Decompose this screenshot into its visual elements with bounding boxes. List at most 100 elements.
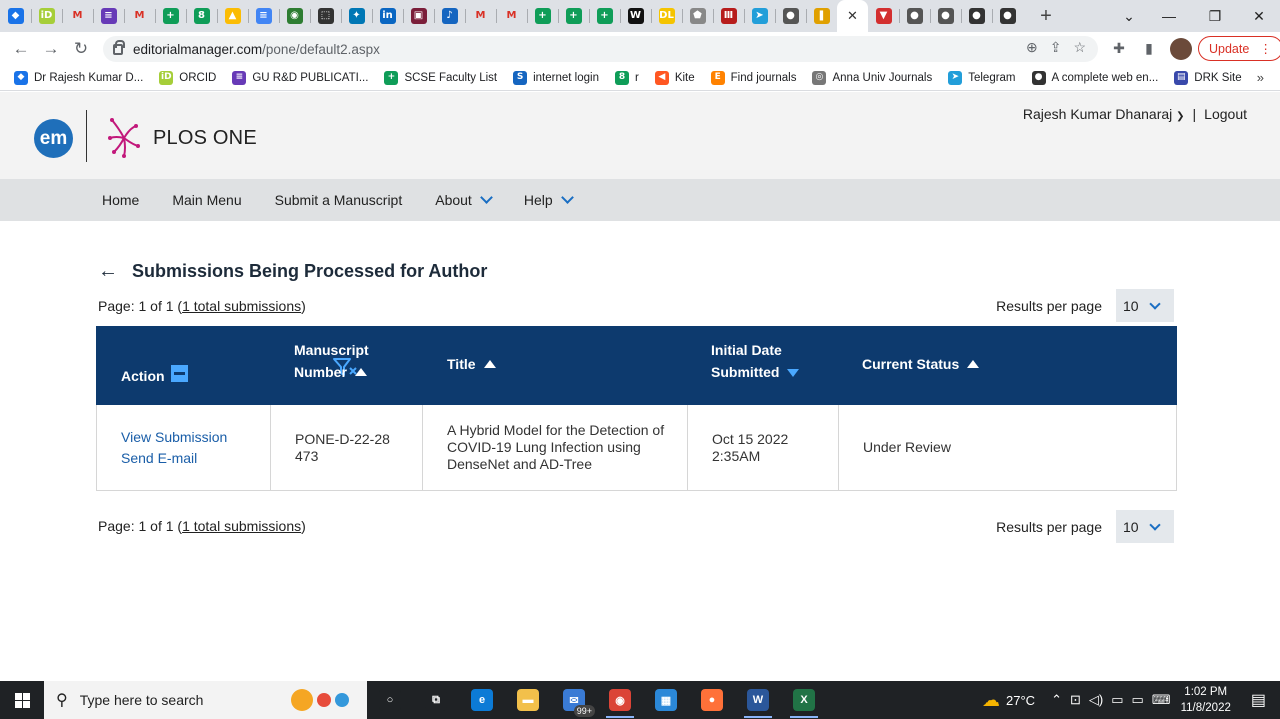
taskbar-app[interactable]: e [459,681,505,719]
column-initial-date[interactable]: Initial Date Submitted [711,339,800,383]
update-button[interactable]: Update ⋮ [1198,36,1280,61]
keyboard-icon[interactable]: ⌨ [1152,692,1171,708]
nav-item-home[interactable]: Home [102,192,139,208]
browser-tab[interactable]: ● [775,0,806,32]
total-submissions-link[interactable]: 1 total submissions [182,298,301,314]
column-manuscript-number[interactable]: Manuscript Number [294,339,369,383]
browser-tab[interactable]: ≡ [248,0,279,32]
sort-ascending-icon[interactable] [354,368,367,376]
send-email-link[interactable]: Send E-mail [121,448,227,469]
forward-icon[interactable]: → [36,39,66,59]
bookmark-item[interactable]: ◎ Anna Univ Journals [812,70,932,85]
taskbar-app[interactable]: ○ [367,681,413,719]
bookmark-item[interactable]: E Find journals [710,70,796,85]
restore-icon[interactable]: ❐ [1192,0,1238,32]
bookmark-item[interactable]: ◀ Kite [654,70,695,85]
show-hidden-icons[interactable]: ⌃ [1051,692,1062,708]
sort-ascending-icon[interactable] [483,360,496,368]
browser-tab[interactable]: ● [992,0,1023,32]
bookmark-star-icon[interactable]: ☆ [1073,39,1086,56]
browser-tab[interactable]: ● [930,0,961,32]
browser-tab[interactable]: ♪ [434,0,465,32]
column-current-status[interactable]: Current Status [862,353,980,375]
browser-tab[interactable]: ⬟ [682,0,713,32]
browser-tab[interactable]: + [589,0,620,32]
taskbar-app[interactable]: ● [689,681,735,719]
browser-tab[interactable]: + [155,0,186,32]
address-bar[interactable]: editorialmanager.com/pone/default2.aspx … [103,36,1098,62]
total-submissions-link[interactable]: 1 total submissions [182,518,301,534]
nav-item-help[interactable]: Help [524,191,574,208]
logout-link[interactable]: Logout [1204,106,1247,122]
browser-tab[interactable]: ✦ [341,0,372,32]
reload-icon[interactable]: ↻ [66,39,96,59]
new-tab-button[interactable]: + [1031,5,1061,28]
collapse-icon[interactable] [170,365,188,382]
taskbar-app[interactable]: ◉ [597,681,643,719]
browser-tab[interactable]: M [496,0,527,32]
taskbar-app[interactable]: W [735,681,781,719]
browser-tab[interactable]: M [124,0,155,32]
em-logo[interactable]: em [34,119,73,158]
browser-tab[interactable]: + [558,0,589,32]
bookmark-item[interactable]: ➤ Telegram [948,70,1016,85]
taskbar-search[interactable]: ⚲ Type here to search [44,681,367,719]
temperature[interactable]: 27°C [1006,693,1035,708]
close-window-icon[interactable]: ✕ [1236,0,1280,32]
taskbar-app[interactable]: ▦ [643,681,689,719]
browser-tab[interactable]: ● [899,0,930,32]
taskbar-app[interactable]: ⧉ [413,681,459,719]
bookmark-item[interactable]: ≡ GU R&D PUBLICATI... [232,70,368,85]
start-button[interactable] [0,681,44,719]
browser-tab[interactable]: iD [31,0,62,32]
browser-tab[interactable]: ▼ [868,0,899,32]
browser-tab[interactable]: ● [961,0,992,32]
weather-icon[interactable]: ☁ [982,690,1000,711]
browser-tab[interactable]: ◉ [279,0,310,32]
browser-tab[interactable]: ➤ [744,0,775,32]
minimize-icon[interactable]: — [1146,0,1192,32]
side-panel-icon[interactable]: ▮ [1134,40,1164,57]
bookmarks-overflow-icon[interactable]: » [1257,70,1264,85]
taskbar-app[interactable]: ▬ [505,681,551,719]
zoom-icon[interactable]: ⊕ [1026,39,1038,56]
browser-tab[interactable]: ▣ [403,0,434,32]
taskbar-app[interactable]: ✉ 99+ [551,681,597,719]
browser-tab[interactable]: DL [651,0,682,32]
share-icon[interactable]: ⇪ [1050,39,1062,56]
extensions-icon[interactable]: ✚ [1104,40,1134,57]
browser-tab[interactable]: M [465,0,496,32]
bookmark-item[interactable]: ▤ DRK Site [1174,70,1242,85]
browser-tab[interactable]: M [62,0,93,32]
profile-avatar[interactable] [1170,37,1192,60]
sort-ascending-icon[interactable] [967,360,980,368]
battery-icon[interactable]: ▭ [1132,692,1144,708]
browser-tab[interactable]: ▲ [217,0,248,32]
user-menu[interactable]: Rajesh Kumar Dhanaraj ❯ [1023,106,1185,122]
browser-tab[interactable]: in [372,0,403,32]
bookmark-item[interactable]: 8r [614,70,639,85]
bookmark-item[interactable]: iD ORCID [159,70,216,85]
browser-tab[interactable]: ⬚ [310,0,341,32]
bookmark-item[interactable]: ◆ Dr Rajesh Kumar D... [14,70,143,85]
nav-item-about[interactable]: About [435,191,493,208]
browser-tab[interactable]: ≡ [93,0,124,32]
back-icon[interactable]: ← [6,39,36,59]
clock[interactable]: 1:02 PM 11/8/2022 [1181,684,1231,716]
browser-tab[interactable]: 8 [186,0,217,32]
browser-tab[interactable]: + [527,0,558,32]
view-submission-link[interactable]: View Submission [121,427,227,448]
journal-name[interactable]: PLOS ONE [153,127,257,150]
browser-tab[interactable]: ◆ [0,0,31,32]
notification-icon[interactable]: ▤ [1251,690,1266,710]
network-icon[interactable]: ⊡ [1070,692,1081,708]
nav-item-submit-a-manuscript[interactable]: Submit a Manuscript [275,192,403,208]
nav-item-main-menu[interactable]: Main Menu [172,192,241,208]
bookmark-item[interactable]: + SCSE Faculty List [384,70,497,85]
taskbar-app[interactable]: X [781,681,827,719]
results-per-page-select[interactable]: 10 [1116,510,1174,543]
bookmark-item[interactable]: ● A complete web en... [1031,70,1158,85]
active-tab[interactable]: ✕ [837,0,868,32]
display-icon[interactable]: ▭ [1111,692,1123,708]
browser-tab[interactable]: ❚ [806,0,837,32]
